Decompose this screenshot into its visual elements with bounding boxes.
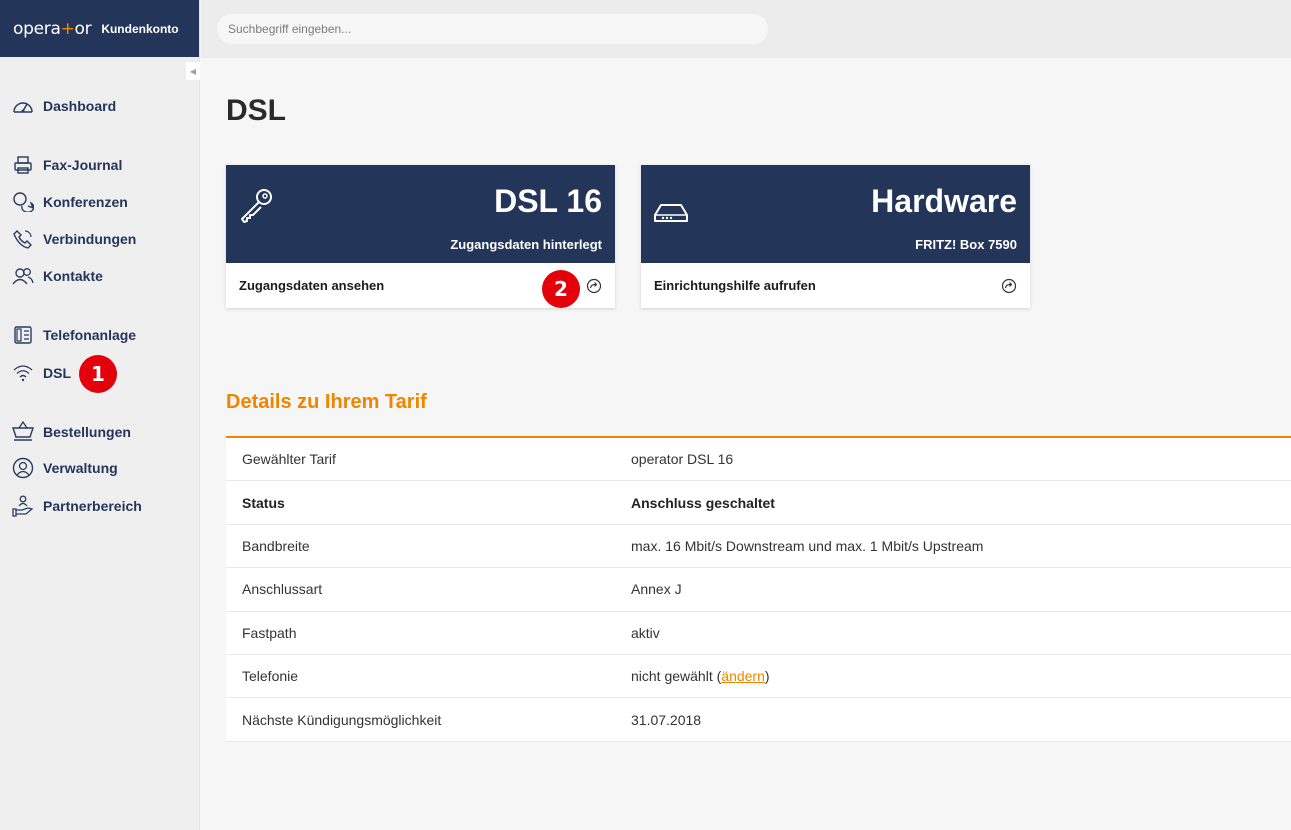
sidebar-item-dashboard[interactable]: Dashboard — [12, 94, 116, 118]
section-title: Details zu Ihrem Tarif — [226, 391, 427, 413]
sidebar-item-label: Konferenzen — [43, 194, 128, 210]
row-value: Annex J — [631, 581, 682, 598]
table-row: Bandbreite max. 16 Mbit/s Downstream und… — [226, 525, 1291, 569]
row-value: 31.07.2018 — [631, 711, 702, 728]
sidebar-item-label: Kontakte — [43, 268, 103, 284]
sidebar-item-partnerbereich[interactable]: Partnerbereich — [12, 494, 142, 518]
card-title: Hardware — [871, 183, 1017, 219]
setup-help-link[interactable]: Einrichtungshilfe aufrufen — [641, 263, 1030, 308]
page-title: DSL — [226, 94, 286, 127]
key-icon — [241, 189, 272, 223]
sidebar-item-label: DSL — [43, 365, 71, 381]
sidebar-item-bestellungen[interactable]: Bestellungen — [12, 420, 131, 444]
row-key: Telefonie — [242, 668, 299, 685]
card-subtitle: FRITZ! Box 7590 — [915, 237, 1017, 252]
card-action-label: Einrichtungshilfe aufrufen — [654, 278, 816, 293]
wifi-icon — [12, 362, 34, 384]
sidebar-item-telefonanlage[interactable]: Telefonanlage — [12, 323, 136, 347]
card-header: DSL 16 Zugangsdaten hinterlegt — [226, 165, 615, 263]
card-header: Hardware FRITZ! Box 7590 — [641, 165, 1030, 263]
table-row: Anschlussart Annex J — [226, 568, 1291, 612]
logo[interactable]: opera+or — [13, 19, 92, 39]
row-key: Anschlussart — [242, 581, 323, 598]
row-value-end: ) — [764, 668, 770, 685]
cart-icon — [12, 421, 34, 443]
row-key: Gewählter Tarif — [242, 451, 336, 468]
router-icon — [654, 204, 688, 222]
collapse-sidebar-button[interactable]: ◀ — [186, 62, 200, 80]
table-row: Telefonie nicht gewählt (ändern) — [226, 655, 1291, 699]
top-bar — [201, 0, 1291, 58]
row-value: aktiv — [631, 624, 660, 641]
change-telephony-link[interactable]: ändern — [721, 668, 765, 684]
chevron-left-icon: ◀ — [189, 66, 197, 76]
tariff-details-table: Gewählter Tarif operator DSL 16 Status A… — [226, 436, 1291, 742]
sidebar-item-konferenzen[interactable]: Konferenzen — [12, 190, 128, 214]
sidebar-item-verwaltung[interactable]: Verwaltung — [12, 456, 118, 480]
sidebar: opera+or Kundenkonto ◀ Dashboard Fax-Jou… — [0, 0, 200, 830]
chat-bubbles-icon — [12, 191, 34, 213]
search-input[interactable] — [217, 14, 768, 44]
table-row: Gewählter Tarif operator DSL 16 — [226, 438, 1291, 482]
speedometer-icon — [12, 95, 34, 117]
table-row: Status Anschluss geschaltet — [226, 481, 1291, 525]
row-value: nicht gewählt (ändern) — [616, 668, 1291, 684]
sidebar-item-label: Verbindungen — [43, 231, 137, 247]
row-key: Bandbreite — [242, 537, 310, 554]
brand-bar[interactable]: opera+or Kundenkonto — [0, 0, 199, 57]
row-value-text: nicht gewählt ( — [631, 668, 722, 685]
printer-icon — [12, 154, 34, 176]
step-badge-2: 2 — [542, 270, 580, 308]
card-hardware: Hardware FRITZ! Box 7590 Einrichtungshil… — [641, 165, 1030, 308]
row-value: max. 16 Mbit/s Downstream und max. 1 Mbi… — [631, 537, 984, 554]
sidebar-item-label: Verwaltung — [43, 460, 118, 476]
card-title: DSL 16 — [494, 183, 602, 219]
table-row: Nächste Kündigungsmöglichkeit 31.07.2018 — [226, 698, 1291, 742]
row-key: Fastpath — [242, 624, 297, 641]
partner-icon — [12, 495, 34, 517]
sidebar-item-verbindungen[interactable]: Verbindungen — [12, 227, 136, 251]
sidebar-item-label: Dashboard — [43, 98, 117, 114]
row-value: operator DSL 16 — [631, 451, 734, 468]
sidebar-item-label: Partnerbereich — [43, 498, 142, 514]
user-circle-icon — [12, 457, 34, 479]
card-action-label: Zugangsdaten ansehen — [239, 278, 385, 293]
arrow-circle-icon[interactable] — [1001, 278, 1017, 294]
row-value: Anschluss geschaltet — [631, 494, 775, 511]
row-key: Status — [242, 494, 285, 511]
step-badge-1: 1 — [79, 355, 117, 393]
sidebar-item-dsl[interactable]: DSL — [12, 361, 71, 385]
card-subtitle: Zugangsdaten hinterlegt — [450, 237, 602, 252]
row-key: Nächste Kündigungsmöglichkeit — [242, 711, 442, 728]
sidebar-item-fax-journal[interactable]: Fax-Journal — [12, 153, 122, 177]
phone-system-icon — [12, 324, 34, 346]
phone-icon — [12, 228, 34, 250]
users-icon — [12, 265, 34, 287]
sidebar-item-label: Fax-Journal — [43, 157, 123, 173]
sidebar-item-label: Bestellungen — [43, 424, 131, 440]
account-label: Kundenkonto — [101, 21, 179, 36]
arrow-circle-icon[interactable] — [586, 278, 602, 294]
table-row: Fastpath aktiv — [226, 612, 1291, 655]
sidebar-item-label: Telefonanlage — [43, 327, 137, 343]
sidebar-item-kontakte[interactable]: Kontakte — [12, 264, 103, 288]
